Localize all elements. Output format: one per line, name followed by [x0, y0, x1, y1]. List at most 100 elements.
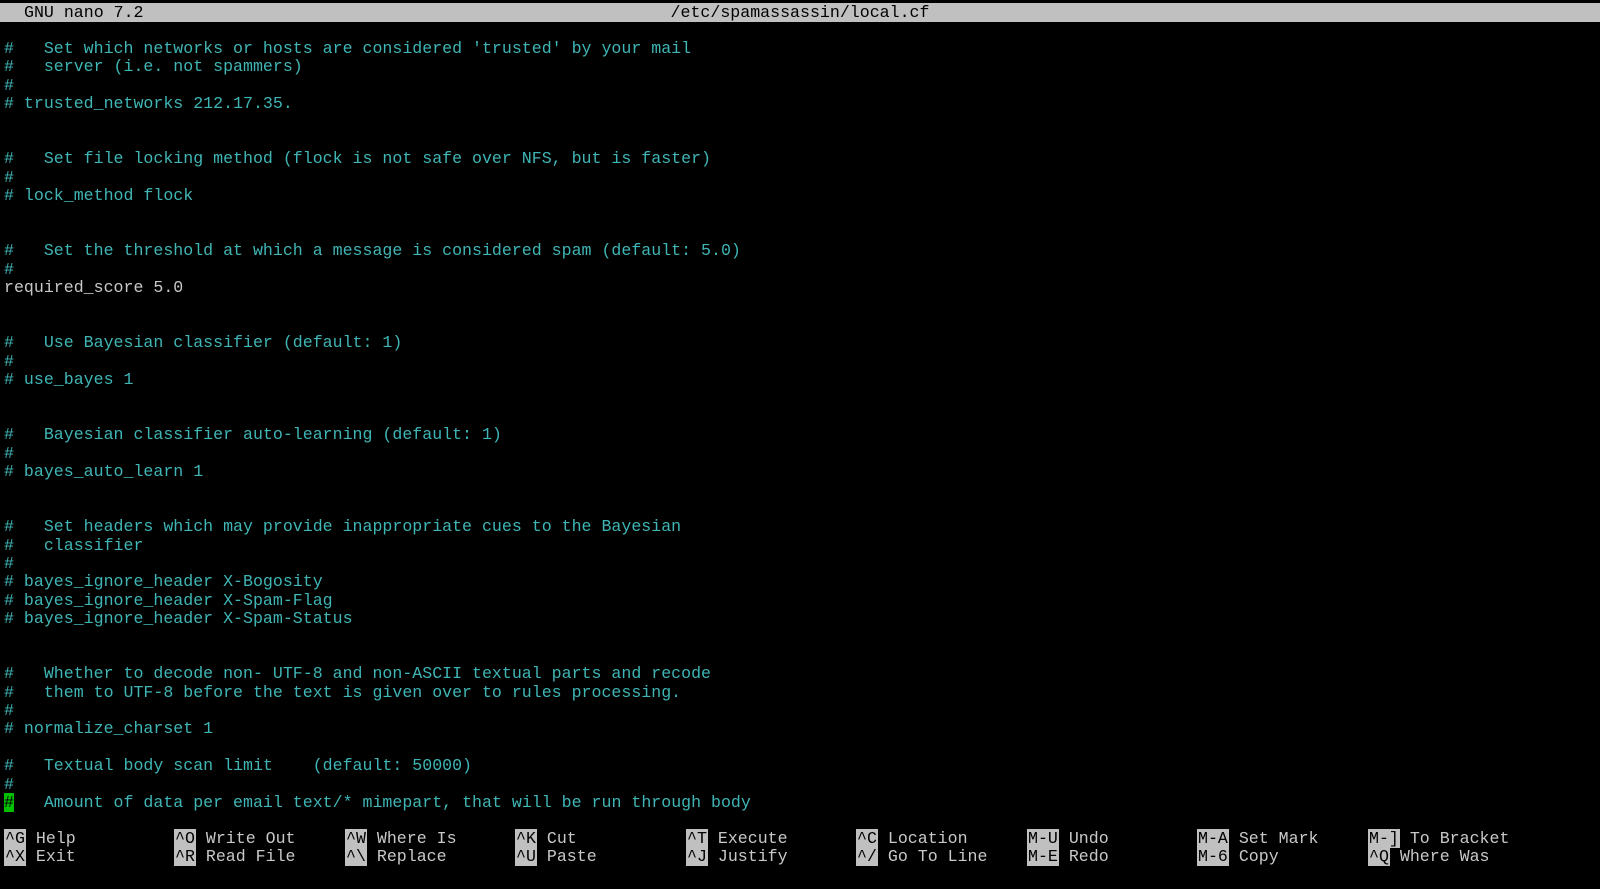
editor-line[interactable] [4, 114, 1596, 132]
editor-line[interactable] [4, 481, 1596, 499]
editor-line[interactable]: # [4, 168, 1596, 187]
editor-line[interactable] [4, 408, 1596, 426]
editor-line[interactable] [4, 316, 1596, 334]
editor-line[interactable]: # bayes_auto_learn 1 [4, 462, 1596, 481]
editor-line[interactable]: # [4, 76, 1596, 95]
shortcut-label: Undo [1068, 829, 1109, 848]
editor-line[interactable]: # Whether to decode non- UTF-8 and non-A… [4, 664, 1596, 683]
editor-line[interactable]: # lock_method flock [4, 186, 1596, 205]
editor-line[interactable] [4, 389, 1596, 407]
shortcut-row-2: ^X Exit ^R Read File ^\ Replace ^U Paste ^J … [0, 847, 1600, 867]
editor-line[interactable]: # normalize_charset 1 [4, 720, 1596, 739]
editor-line[interactable] [4, 224, 1596, 242]
shortcut-key: ^R [174, 847, 196, 867]
editor-line[interactable]: # [4, 554, 1596, 573]
shortcut-label: Copy [1238, 847, 1279, 867]
shortcut-key: M-6 [1197, 847, 1229, 867]
editor-line[interactable]: # bayes_ignore_header X-Bogosity [4, 572, 1596, 591]
file-path: /etc/spamassassin/local.cf [670, 3, 930, 22]
shortcut-label: Exit [35, 847, 76, 867]
editor-line[interactable]: required_score 5.0 [4, 278, 1596, 297]
shortcut-label: Redo [1068, 847, 1109, 867]
shortcut-read-file[interactable]: ^R Read File [174, 847, 296, 867]
shortcut-write-out[interactable]: ^O Write Out [174, 829, 296, 848]
editor-line[interactable]: # classifier [4, 536, 1596, 555]
editor-line-text: Amount of data per email text/* mimepart… [13, 793, 751, 813]
editor-line[interactable] [4, 132, 1596, 150]
editor-line[interactable] [4, 739, 1596, 757]
shortcut-set-mark[interactable]: M-A Set Mark [1197, 829, 1319, 848]
shortcut-justify[interactable]: ^J Justify [686, 847, 788, 867]
shortcut-bar: ^G Help ^O Write Out ^W Where Is ^K Cut ^T E… [0, 829, 1600, 870]
shortcut-key: ^J [686, 847, 708, 867]
editor-line[interactable] [4, 647, 1596, 665]
editor-line[interactable]: # Textual body scan limit (default: 5000… [4, 756, 1596, 775]
editor-line[interactable]: # [4, 352, 1596, 371]
shortcut-key: ^O [174, 829, 196, 848]
editor-line[interactable]: # [4, 444, 1596, 463]
shortcut-key: ^X [4, 847, 26, 867]
shortcut-label: Help [35, 829, 76, 848]
shortcut-replace[interactable]: ^\ Replace [345, 847, 447, 867]
shortcut-key: ^C [856, 829, 878, 848]
shortcut-cut[interactable]: ^K Cut [515, 829, 577, 848]
shortcut-key: ^Q [1368, 847, 1390, 867]
editor-line[interactable]: # them to UTF-8 before the text is given… [4, 683, 1596, 702]
editor-line[interactable]: # [4, 701, 1596, 720]
editor-line[interactable] [4, 297, 1596, 315]
shortcut-key: M-E [1027, 847, 1059, 867]
editor-line[interactable] [4, 629, 1596, 647]
shortcut-to-bracket[interactable]: M-] To Bracket [1368, 829, 1509, 848]
shortcut-label: Write Out [205, 829, 296, 848]
shortcut-label: Location [887, 829, 968, 848]
editor-line[interactable]: # server (i.e. not spammers) [4, 57, 1596, 76]
shortcut-where-was[interactable]: ^Q Where Was [1368, 847, 1490, 867]
editor-line[interactable]: # Use Bayesian classifier (default: 1) [4, 333, 1596, 352]
editor-line[interactable]: # use_bayes 1 [4, 370, 1596, 389]
editor-line[interactable]: # Set the threshold at which a message i… [4, 241, 1596, 260]
editor-line[interactable]: # trusted_networks 212.17.35. [4, 94, 1596, 113]
nano-title-bar: /etc/spamassassin/local.cf GNU nano 7.2 [0, 3, 1600, 22]
editor-line[interactable]: # [4, 775, 1596, 794]
shortcut-label: Justify [717, 847, 788, 867]
editor-line[interactable] [4, 500, 1596, 518]
shortcut-help[interactable]: ^G Help [4, 829, 76, 848]
shortcut-label: Paste [546, 847, 597, 867]
shortcut-key: M-U [1027, 829, 1059, 848]
editor-text-area[interactable]: # Set which networks or hosts are consid… [4, 39, 1596, 813]
shortcut-redo[interactable]: M-E Redo [1027, 847, 1109, 867]
editor-line[interactable]: # Amount of data per email text/* mimepa… [4, 793, 1596, 813]
shortcut-undo[interactable]: M-U Undo [1027, 829, 1109, 848]
shortcut-label: Where Is [376, 829, 457, 848]
editor-line[interactable]: # Bayesian classifier auto-learning (def… [4, 425, 1596, 444]
shortcut-label: Execute [717, 829, 788, 848]
shortcut-key: M-A [1197, 829, 1229, 848]
shortcut-go-to-line[interactable]: ^/ Go To Line [856, 847, 988, 867]
text-cursor: # [4, 793, 14, 813]
shortcut-key: ^\ [345, 847, 367, 867]
shortcut-label: Set Mark [1238, 829, 1319, 848]
shortcut-key: ^K [515, 829, 537, 848]
shortcut-copy[interactable]: M-6 Copy [1197, 847, 1279, 867]
shortcut-key: ^/ [856, 847, 878, 867]
editor-line[interactable]: # bayes_ignore_header X-Spam-Status [4, 609, 1596, 628]
editor-line[interactable]: # Set file locking method (flock is not … [4, 149, 1596, 168]
editor-line[interactable] [4, 206, 1596, 224]
shortcut-execute[interactable]: ^T Execute [686, 829, 788, 848]
editor-line[interactable]: # Set headers which may provide inapprop… [4, 517, 1596, 536]
shortcut-where-is[interactable]: ^W Where Is [345, 829, 457, 848]
shortcut-label: Where Was [1399, 847, 1490, 867]
shortcut-key: ^W [345, 829, 367, 848]
shortcut-exit[interactable]: ^X Exit [4, 847, 76, 867]
shortcut-label: Go To Line [887, 847, 988, 867]
shortcut-paste[interactable]: ^U Paste [515, 847, 597, 867]
editor-line[interactable]: # [4, 260, 1596, 279]
shortcut-key: ^T [686, 829, 708, 848]
shortcut-location[interactable]: ^C Location [856, 829, 968, 848]
shortcut-label: Read File [205, 847, 296, 867]
app-name: GNU nano 7.2 [24, 3, 144, 22]
shortcut-label: Replace [376, 847, 447, 867]
shortcut-key: M-] [1368, 829, 1400, 848]
editor-line[interactable]: # bayes_ignore_header X-Spam-Flag [4, 591, 1596, 610]
editor-line[interactable]: # Set which networks or hosts are consid… [4, 39, 1596, 58]
